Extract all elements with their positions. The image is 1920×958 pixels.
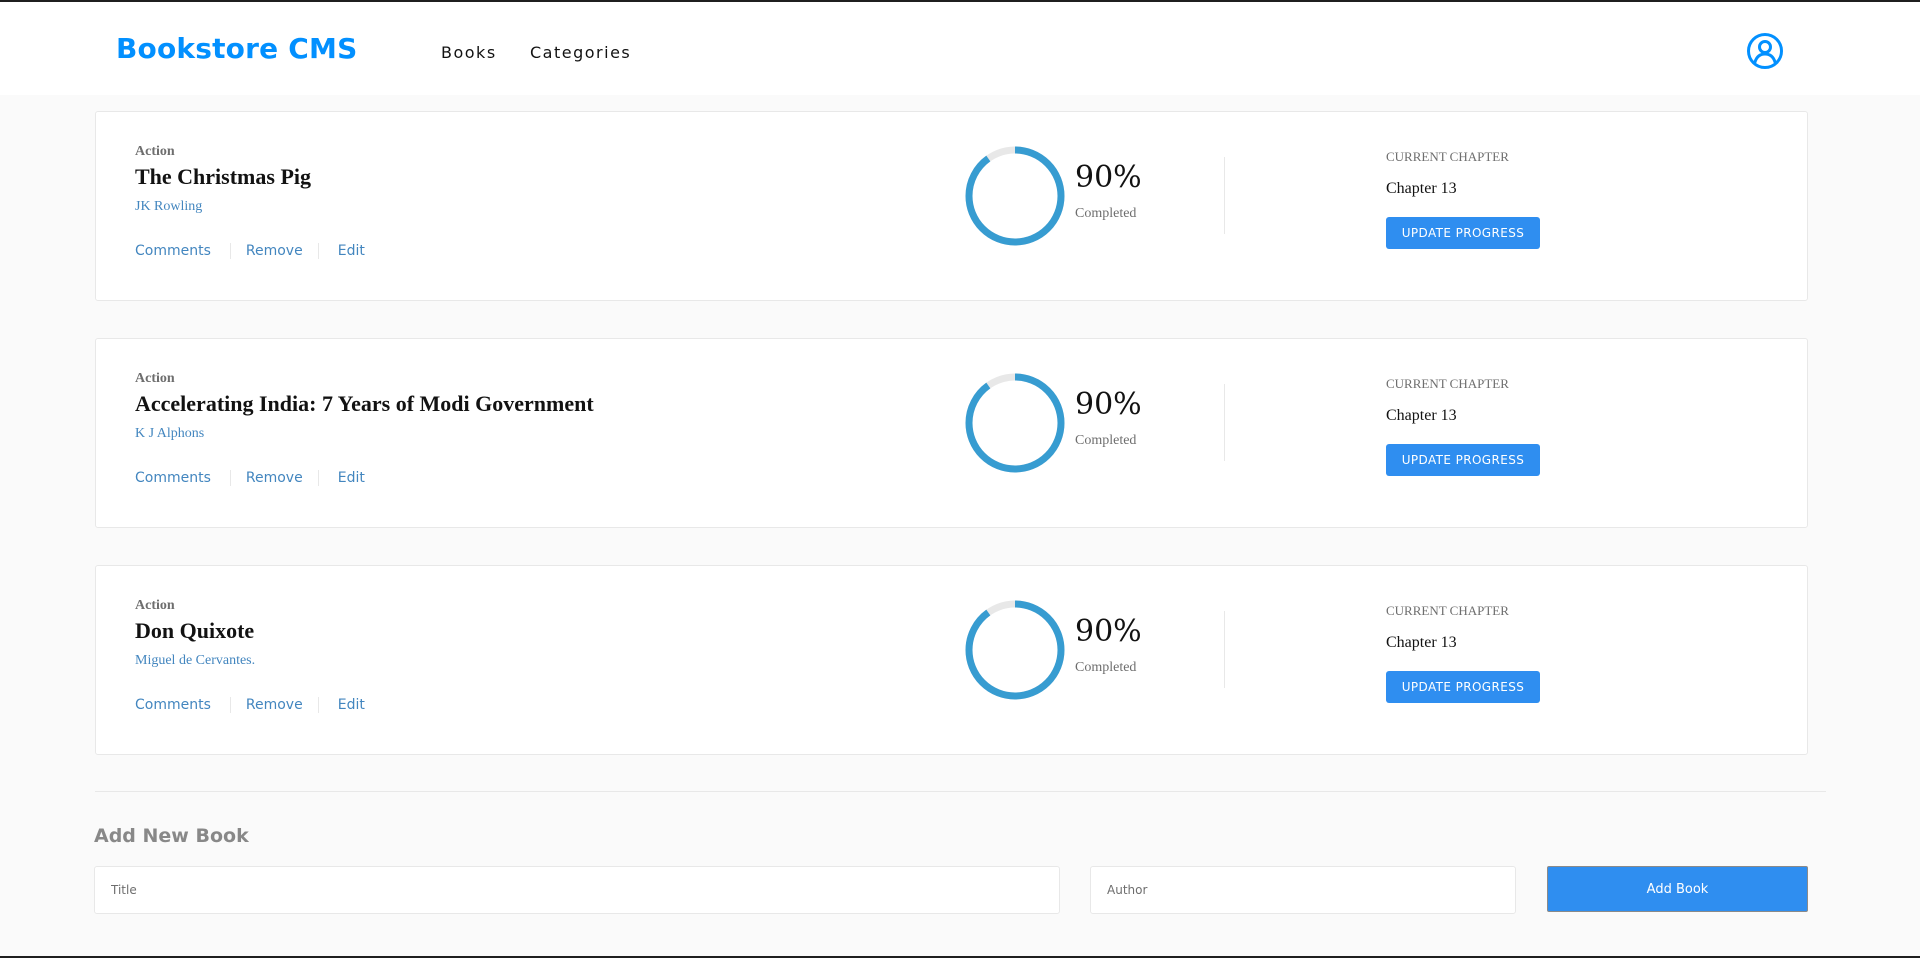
- book-genre: Action: [135, 598, 175, 613]
- book-actions: Comments Remove Edit: [135, 240, 365, 262]
- book-actions: Comments Remove Edit: [135, 694, 365, 716]
- progress-ring: [965, 146, 1065, 246]
- book-genre: Action: [135, 371, 175, 386]
- current-chapter-value: Chapter 13: [1386, 407, 1457, 424]
- update-progress-button[interactable]: UPDATE PROGRESS: [1386, 671, 1540, 703]
- book-card: Action Don Quixote Miguel de Cervantes. …: [95, 565, 1808, 755]
- navbar: Bookstore CMS Books Categories: [0, 2, 1920, 95]
- card-divider: [1224, 384, 1225, 461]
- remove-button[interactable]: Remove: [229, 697, 319, 713]
- progress-percent: 90%: [1075, 160, 1142, 195]
- progress-ring: [965, 373, 1065, 473]
- book-author[interactable]: K J Alphons: [135, 426, 204, 442]
- current-chapter-label: CURRENT CHAPTER: [1386, 376, 1509, 391]
- completed-label: Completed: [1075, 206, 1137, 221]
- book-author[interactable]: JK Rowling: [135, 199, 202, 215]
- progress-arc: [965, 373, 1065, 473]
- progress-percent: 90%: [1075, 387, 1142, 422]
- current-chapter-label: CURRENT CHAPTER: [1386, 603, 1509, 618]
- progress-ring: [965, 600, 1065, 700]
- book-card: Action The Christmas Pig JK Rowling Comm…: [95, 111, 1808, 301]
- current-chapter-value: Chapter 13: [1386, 634, 1457, 651]
- title-input[interactable]: [94, 866, 1060, 914]
- card-divider: [1224, 157, 1225, 234]
- book-title: Accelerating India: 7 Years of Modi Gove…: [135, 391, 594, 416]
- comments-button[interactable]: Comments: [135, 470, 230, 486]
- current-chapter-value: Chapter 13: [1386, 180, 1457, 197]
- comments-button[interactable]: Comments: [135, 697, 230, 713]
- edit-button[interactable]: Edit: [319, 470, 365, 486]
- add-book-button[interactable]: Add Book: [1547, 866, 1808, 912]
- book-genre: Action: [135, 144, 175, 159]
- edit-button[interactable]: Edit: [319, 697, 365, 713]
- edit-button[interactable]: Edit: [319, 243, 365, 259]
- book-title: The Christmas Pig: [135, 164, 311, 189]
- book-card: Action Accelerating India: 7 Years of Mo…: [95, 338, 1808, 528]
- update-progress-button[interactable]: UPDATE PROGRESS: [1386, 217, 1540, 249]
- nav-link-categories[interactable]: Categories: [530, 43, 631, 62]
- user-circle-icon[interactable]: [1746, 32, 1784, 70]
- author-input[interactable]: [1090, 866, 1516, 914]
- brand-logo[interactable]: Bookstore CMS: [116, 32, 357, 65]
- book-author[interactable]: Miguel de Cervantes.: [135, 653, 255, 669]
- completed-label: Completed: [1075, 433, 1137, 448]
- card-divider: [1224, 611, 1225, 688]
- progress-percent: 90%: [1075, 614, 1142, 649]
- progress-arc: [965, 600, 1065, 700]
- progress-arc: [965, 146, 1065, 246]
- form-heading: Add New Book: [94, 825, 249, 847]
- book-title: Don Quixote: [135, 618, 255, 643]
- book-actions: Comments Remove Edit: [135, 467, 365, 489]
- remove-button[interactable]: Remove: [229, 470, 319, 486]
- section-divider: [95, 791, 1826, 792]
- remove-button[interactable]: Remove: [229, 243, 319, 259]
- nav-link-books[interactable]: Books: [441, 43, 497, 62]
- current-chapter-label: CURRENT CHAPTER: [1386, 149, 1509, 164]
- comments-button[interactable]: Comments: [135, 243, 230, 259]
- completed-label: Completed: [1075, 660, 1137, 675]
- update-progress-button[interactable]: UPDATE PROGRESS: [1386, 444, 1540, 476]
